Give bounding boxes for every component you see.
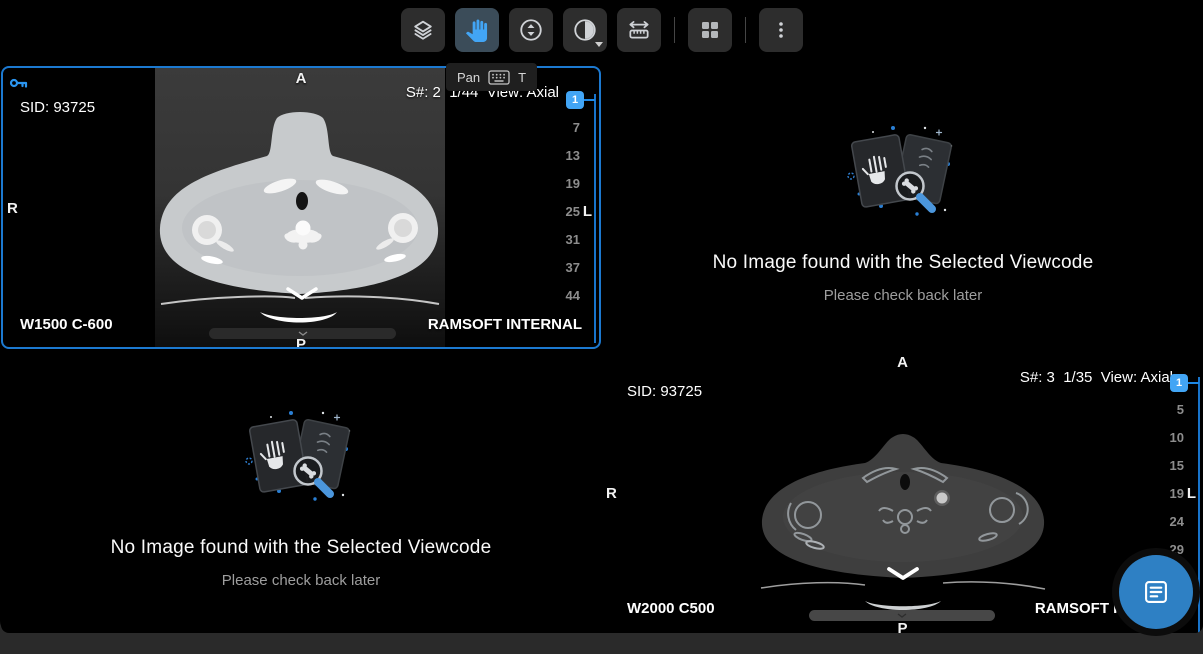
report-icon <box>1142 578 1170 606</box>
slice-number-label: 31 <box>552 226 580 254</box>
study-sid-label: SID: 93725 <box>627 383 702 400</box>
slice-number-label: 37 <box>552 254 580 282</box>
orientation-marker-right: R <box>606 485 617 502</box>
main-toolbar <box>0 8 1203 52</box>
horizontal-scrollbar[interactable] <box>809 610 995 621</box>
viewport-grid: SID: 93725 S#: 2 1/44 View: Axial W1500 … <box>0 0 1203 633</box>
chevron-down-icon <box>897 613 907 618</box>
no-image-title: No Image found with the Selected Viewcod… <box>111 537 492 559</box>
no-image-illustration-icon <box>236 411 366 511</box>
watermark-label: RAMSOFT INTERNAL <box>428 316 582 333</box>
slice-number-label: 19 <box>1156 480 1184 508</box>
no-image-empty-state: No Image found with the Selected Viewcod… <box>1 352 601 633</box>
slice-number-label: 10 <box>1156 424 1184 452</box>
viewer-stage: SID: 93725 S#: 2 1/44 View: Axial W1500 … <box>0 0 1203 654</box>
pan-hand-icon <box>465 19 488 42</box>
slice-number-label: 25 <box>552 198 580 226</box>
window-level-label: W2000 C500 <box>627 600 715 617</box>
no-image-subtitle: Please check back later <box>824 287 982 304</box>
tooltip-label: Pan <box>457 70 480 85</box>
study-sid-label: SID: 93725 <box>20 99 95 116</box>
slice-number-rail: 7131925313744 <box>552 114 580 310</box>
ct-axial-image-lung-window[interactable] <box>155 67 445 349</box>
no-image-title: No Image found with the Selected Viewcod… <box>713 252 1094 274</box>
viewport-top-right[interactable]: No Image found with the Selected Viewcod… <box>603 66 1203 349</box>
orientation-marker-anterior: A <box>897 354 908 371</box>
key-image-lock-icon <box>9 73 29 93</box>
chevron-down-icon <box>298 331 308 336</box>
fab-ring <box>1112 548 1200 636</box>
no-image-subtitle: Please check back later <box>222 572 380 589</box>
current-slice-badge[interactable]: 1 <box>566 91 584 109</box>
ruler-measure-icon <box>626 17 652 43</box>
viewport-top-left[interactable]: SID: 93725 S#: 2 1/44 View: Axial W1500 … <box>1 66 601 349</box>
grid-layout-icon <box>698 18 722 42</box>
pan-tooltip: Pan T <box>446 63 537 91</box>
stack-scroll-icon <box>518 17 544 43</box>
toolbar-separator <box>745 17 746 43</box>
report-fab-button[interactable] <box>1119 555 1193 629</box>
slice-number-label: 7 <box>552 114 580 142</box>
toolbar-separator <box>674 17 675 43</box>
window-level-label: W1500 C-600 <box>20 316 113 333</box>
more-options-button[interactable] <box>759 8 803 52</box>
horizontal-scrollbar[interactable] <box>209 328 396 339</box>
window-level-dropdown-caret[interactable] <box>595 42 603 47</box>
contrast-icon <box>572 17 598 43</box>
layers-icon <box>410 17 436 43</box>
slice-indicator-connector <box>1187 382 1199 384</box>
slice-number-label: 5 <box>1156 396 1184 424</box>
slice-number-label: 24 <box>1156 508 1184 536</box>
layout-grid-button[interactable] <box>688 8 732 52</box>
stack-scroll-tool-button[interactable] <box>509 8 553 52</box>
slice-number-label: 15 <box>1156 452 1184 480</box>
collapse-chevron-icon[interactable] <box>886 566 920 582</box>
keyboard-icon <box>488 70 510 85</box>
tooltip-shortcut-key: T <box>518 70 526 85</box>
orientation-marker-left: L <box>583 203 592 220</box>
slice-number-rail: 51015192429 <box>1156 396 1184 564</box>
slice-number-label: 44 <box>552 282 580 310</box>
orientation-marker-right: R <box>7 200 18 217</box>
ct-axial-image-bone-window[interactable] <box>753 425 1053 625</box>
orientation-marker-left: L <box>1187 485 1196 502</box>
collapse-chevron-icon[interactable] <box>285 286 319 302</box>
orientation-marker-posterior: P <box>897 620 907 633</box>
no-image-empty-state: No Image found with the Selected Viewcod… <box>603 66 1203 349</box>
slice-number-label: 19 <box>552 170 580 198</box>
kebab-menu-icon <box>769 18 793 42</box>
measure-tool-button[interactable] <box>617 8 661 52</box>
slice-number-label: 13 <box>552 142 580 170</box>
pan-tool-button[interactable] <box>455 8 499 52</box>
layers-tool-button[interactable] <box>401 8 445 52</box>
window-level-tool-button[interactable] <box>563 8 607 52</box>
orientation-marker-anterior: A <box>296 70 307 87</box>
series-info-label: S#: 3 1/35 View: Axial <box>1020 369 1173 386</box>
slice-indicator-connector <box>583 99 595 101</box>
no-image-illustration-icon <box>838 126 968 226</box>
current-slice-badge[interactable]: 1 <box>1170 374 1188 392</box>
slice-scrollbar-track[interactable] <box>594 94 596 343</box>
viewport-bottom-left[interactable]: No Image found with the Selected Viewcod… <box>1 352 601 633</box>
